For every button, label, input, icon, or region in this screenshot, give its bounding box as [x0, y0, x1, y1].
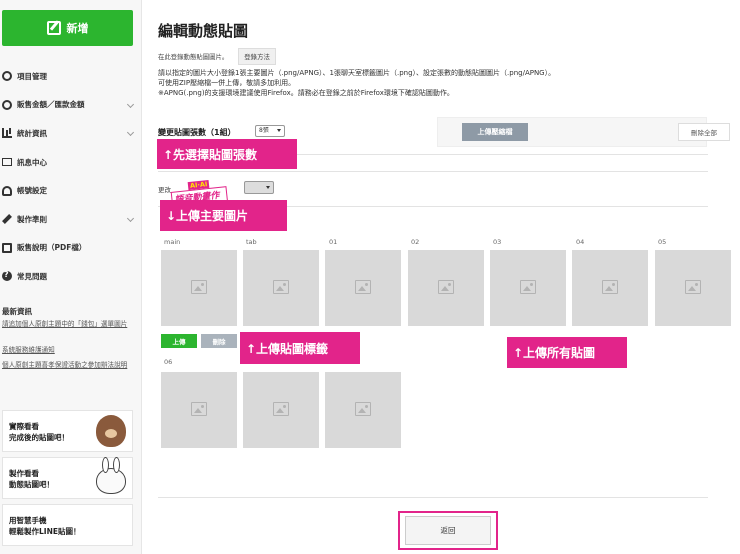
- chevron-down-icon: [126, 100, 135, 108]
- new-button[interactable]: 新增: [2, 10, 133, 46]
- slot-label: main: [164, 238, 181, 246]
- chevron-down-icon: [126, 129, 135, 137]
- sidebar-item-label: 統計資訊: [17, 128, 47, 138]
- sidebar-item-label: 販售金額／匯款金額: [17, 100, 85, 110]
- promo-line: 用智慧手機: [9, 516, 47, 525]
- sticker-slot-02[interactable]: [408, 250, 484, 326]
- page-title: 編輯動態貼圖: [158, 22, 249, 40]
- sidebar-item-label: 製作準則: [17, 214, 47, 224]
- image-icon: [191, 402, 207, 416]
- sidebar-item-label: 項目管理: [17, 71, 47, 81]
- promo-smartphone[interactable]: 用智慧手機 輕鬆製作LINE貼圖！: [2, 504, 133, 546]
- description-line: 請以指定的圖片大小登錄1張主要圖片（.png/APNG）、1張聊天室標籤圖片（.…: [158, 69, 556, 77]
- callout-select-count: ↑先選擇貼圖張數: [157, 139, 297, 169]
- sidebar-nav: 項目管理 販售金額／匯款金額 統計資訊 訊息中心 帳號設定 製作準則 販售說明（…: [0, 62, 141, 291]
- sticker-slot-tab[interactable]: [243, 250, 319, 326]
- upload-zip-button[interactable]: 上傳壓縮檔: [462, 123, 528, 141]
- login-method-button[interactable]: 登錄方法: [238, 48, 276, 65]
- sticker-slot-05[interactable]: [655, 250, 731, 326]
- slot-label: 06: [164, 358, 173, 366]
- slot-label: tab: [246, 238, 257, 246]
- divider: [158, 497, 708, 498]
- news-title: 最新資訊: [2, 307, 32, 316]
- delete-button[interactable]: 刪除: [201, 334, 237, 348]
- book-icon: [2, 242, 12, 253]
- image-icon: [273, 280, 289, 294]
- sticker-slot-03[interactable]: [490, 250, 566, 326]
- sticker-count-label: 變更貼圖張數（1組）: [158, 128, 236, 137]
- image-icon: [273, 402, 289, 416]
- callout-upload-tab: ↑上傳貼圖標籤: [240, 332, 360, 364]
- image-icon: [685, 280, 701, 294]
- sidebar-item-account[interactable]: 帳號設定: [0, 176, 141, 205]
- type-select[interactable]: [244, 181, 274, 194]
- promo-line: 製作看看: [9, 469, 39, 478]
- sticker-slot-04[interactable]: [572, 250, 648, 326]
- type-label: 更改: [158, 186, 171, 194]
- chart-icon: [2, 128, 12, 139]
- image-icon: [191, 280, 207, 294]
- sticker-count-select[interactable]: 8張: [255, 125, 285, 137]
- image-icon: [520, 280, 536, 294]
- image-icon: [602, 280, 618, 294]
- sidebar-item-messages[interactable]: 訊息中心: [0, 148, 141, 177]
- back-button[interactable]: 返回: [405, 516, 491, 545]
- chevron-down-icon: [126, 214, 135, 223]
- promo-line: 動態貼圖吧！: [9, 480, 54, 489]
- image-icon: [355, 402, 371, 416]
- promo-line: 實際看看: [9, 422, 39, 431]
- sidebar: 新增 項目管理 販售金額／匯款金額 統計資訊 訊息中心 帳號設定 製作準則 販售…: [0, 0, 142, 554]
- sidebar-item-sales[interactable]: 販售金額／匯款金額: [0, 91, 141, 120]
- new-button-label: 新增: [66, 22, 89, 35]
- slot-label: 03: [493, 238, 502, 246]
- sidebar-item-faq[interactable]: 常見問題: [0, 262, 141, 291]
- promo-line: 完成後的貼圖吧！: [9, 433, 69, 442]
- description: 請以指定的圖片大小登錄1張主要圖片（.png/APNG）、1張聊天室標籤圖片（.…: [158, 68, 678, 98]
- sidebar-item-statistics[interactable]: 統計資訊: [0, 119, 141, 148]
- divider: [158, 171, 708, 172]
- slot-label: 01: [329, 238, 338, 246]
- slot-label: 05: [658, 238, 667, 246]
- callout-upload-main: ↓上傳主要圖片: [160, 200, 287, 231]
- gear-icon: [2, 71, 12, 82]
- news-link[interactable]: 系統服務維護通知: [2, 346, 134, 355]
- sidebar-item-label: 帳號設定: [17, 186, 47, 196]
- upload-button[interactable]: 上傳: [161, 334, 197, 348]
- news-link[interactable]: 個人原創主題喜孝保證活動之參加辦法說明: [2, 361, 134, 370]
- slot-label: 04: [576, 238, 585, 246]
- cony-rabbit-icon: [96, 457, 126, 494]
- promo-line: 輕鬆製作LINE貼圖！: [9, 527, 81, 536]
- brown-bear-icon: [96, 415, 126, 447]
- callout-upload-all: ↑上傳所有貼圖: [507, 337, 627, 368]
- image-icon: [355, 280, 371, 294]
- edit-icon: [46, 21, 61, 35]
- sidebar-item-project-management[interactable]: 項目管理: [0, 62, 141, 91]
- description-line: ※APNG(.png)的支援環境建議使用Firefox。請務必在登錄之前於Fir…: [158, 89, 454, 97]
- sidebar-item-label: 訊息中心: [17, 157, 47, 167]
- sticker-slot-empty[interactable]: [243, 372, 319, 448]
- promo-preview-stickers[interactable]: 實際看看 完成後的貼圖吧！: [2, 410, 133, 452]
- user-icon: [2, 185, 12, 196]
- sticker-slot-empty[interactable]: [325, 372, 401, 448]
- sticker-slot-06[interactable]: [161, 372, 237, 448]
- coin-icon: [2, 99, 12, 110]
- login-row: 在此登錄動態貼圖圖片。 登錄方法: [158, 48, 276, 65]
- sticker-slot-main[interactable]: [161, 250, 237, 326]
- sidebar-item-sales-guide[interactable]: 販售說明（PDF檔）: [0, 234, 141, 263]
- delete-all-button[interactable]: 刪除全部: [678, 123, 730, 141]
- image-icon: [438, 280, 454, 294]
- login-hint: 在此登錄動態貼圖圖片。: [158, 53, 229, 61]
- sticker-slot-01[interactable]: [325, 250, 401, 326]
- wrench-icon: [2, 214, 12, 225]
- promo-animated-stickers[interactable]: 製作看看 動態貼圖吧！: [2, 457, 133, 499]
- sidebar-item-label: 常見問題: [17, 271, 47, 281]
- sidebar-item-label: 販售說明（PDF檔）: [17, 243, 87, 253]
- slot-label: 02: [411, 238, 420, 246]
- question-icon: [2, 270, 12, 282]
- description-line: 可使用ZIP壓縮檔一併上傳，敬請多加利用。: [158, 79, 296, 87]
- sidebar-item-guidelines[interactable]: 製作準則: [0, 205, 141, 234]
- mail-icon: [2, 158, 12, 167]
- news-link[interactable]: 請追加個人原創主題中的「錢包」選單圖片: [2, 320, 134, 329]
